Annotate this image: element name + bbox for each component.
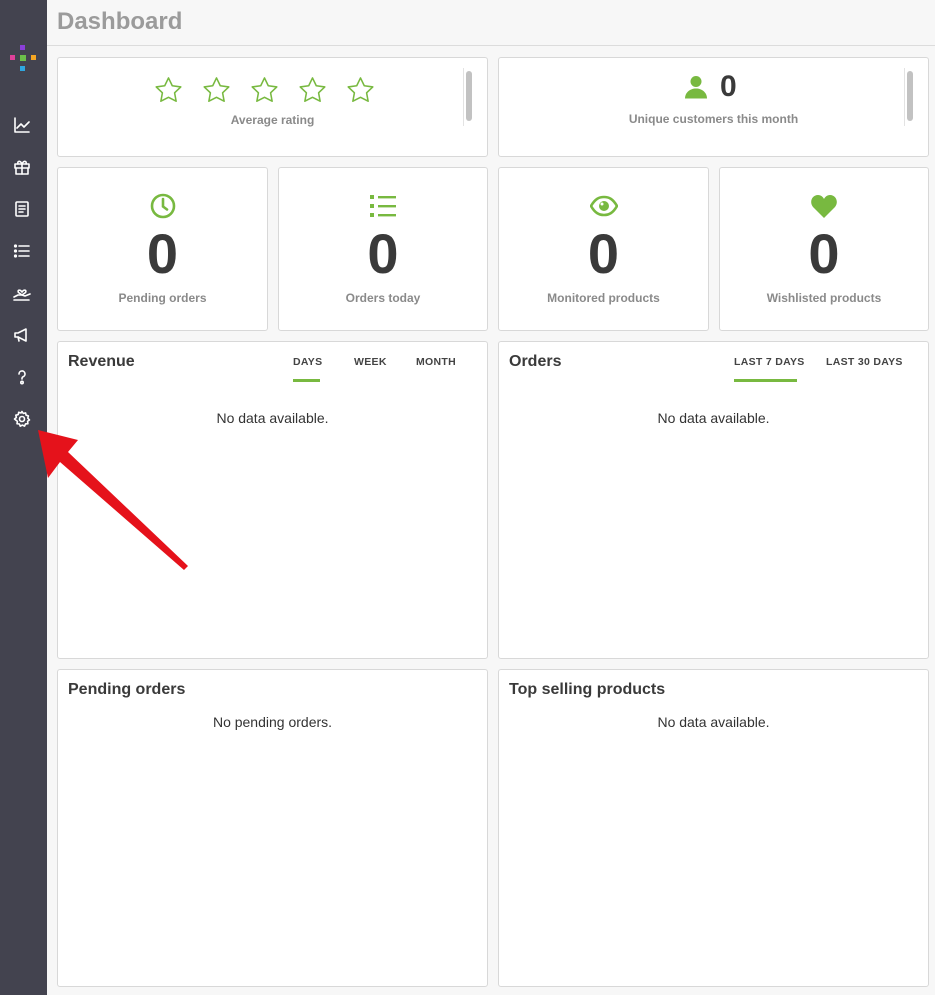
revenue-title: Revenue	[68, 353, 135, 370]
nav-statistics[interactable]	[10, 113, 34, 137]
customers-count: 0	[720, 70, 737, 103]
stat-card-wishlisted-products: 0 Wishlisted products	[719, 167, 929, 331]
app-logo[interactable]	[8, 44, 38, 74]
list-icon	[13, 244, 30, 258]
star-icon	[299, 77, 326, 103]
star-icon	[203, 77, 230, 103]
gear-icon	[13, 410, 31, 427]
annotation-arrow	[38, 430, 188, 570]
rating-label: Average rating	[230, 113, 315, 127]
active-tab-indicator	[734, 379, 797, 382]
stat-card-pending-orders: 0 Pending orders	[57, 167, 268, 331]
nav-products[interactable]	[10, 155, 34, 179]
star-icon	[347, 77, 374, 103]
stat-value: 0	[367, 222, 399, 285]
hand-heart-icon	[13, 289, 31, 301]
pending-orders-title: Pending orders	[68, 681, 186, 698]
customers-label: Unique customers this month	[628, 112, 799, 126]
customers-card: 0 Unique customers this month	[498, 57, 929, 157]
orders-tab-last-7-days[interactable]: LAST 7 DAYS	[734, 356, 805, 368]
user-icon	[685, 76, 707, 99]
rating-scroll-thumb[interactable]	[466, 71, 472, 121]
clock-icon	[150, 193, 175, 219]
stat-value: 0	[146, 222, 179, 285]
top-selling-empty-message: No data available.	[657, 714, 770, 730]
nav-help[interactable]	[10, 365, 34, 389]
top-selling-title: Top selling products	[509, 681, 666, 698]
nav-orders[interactable]	[10, 197, 34, 221]
nav-customers[interactable]	[10, 281, 34, 305]
stat-label: Wishlisted products	[766, 291, 882, 305]
revenue-tab-month[interactable]: MONTH	[416, 356, 456, 368]
rating-stars	[154, 76, 375, 105]
stat-value: 0	[808, 222, 840, 285]
pending-orders-panel: Pending orders No pending orders.	[57, 669, 488, 987]
gift-box-icon	[14, 160, 30, 175]
orders-empty-message: No data available.	[657, 410, 770, 426]
chart-line-icon	[14, 117, 30, 133]
star-icon	[251, 77, 278, 103]
top-selling-panel: Top selling products No data available.	[498, 669, 929, 987]
stat-value: 0	[587, 222, 620, 285]
receipt-icon	[15, 201, 29, 217]
customers-scroll-thumb[interactable]	[907, 71, 913, 121]
stat-label: Orders today	[345, 291, 421, 305]
stat-label: Monitored products	[547, 291, 660, 305]
megaphone-icon	[14, 328, 27, 342]
orders-panel: Orders LAST 7 DAYS LAST 30 DAYS No data …	[498, 341, 929, 659]
eye-icon	[589, 195, 618, 217]
star-icon	[155, 77, 182, 103]
question-icon	[18, 370, 26, 385]
pending-orders-empty-message: No pending orders.	[212, 714, 333, 730]
stat-card-orders-today: 0 Orders today	[278, 167, 488, 331]
revenue-tab-week[interactable]: WEEK	[354, 356, 387, 368]
rating-card: Average rating	[57, 57, 488, 157]
active-tab-indicator	[293, 379, 320, 382]
heart-icon	[811, 195, 837, 218]
orders-title: Orders	[509, 353, 562, 370]
stat-card-monitored-products: 0 Monitored products	[498, 167, 709, 331]
revenue-tab-days[interactable]: DAYS	[293, 356, 322, 368]
top-bar: Dashboard	[47, 0, 935, 46]
list-icon	[370, 195, 396, 217]
orders-tab-last-30-days[interactable]: LAST 30 DAYS	[826, 356, 903, 368]
nav-marketing[interactable]	[10, 323, 34, 347]
stat-label: Pending orders	[118, 291, 207, 305]
page-title: Dashboard	[57, 8, 183, 35]
nav-lists[interactable]	[10, 239, 34, 263]
